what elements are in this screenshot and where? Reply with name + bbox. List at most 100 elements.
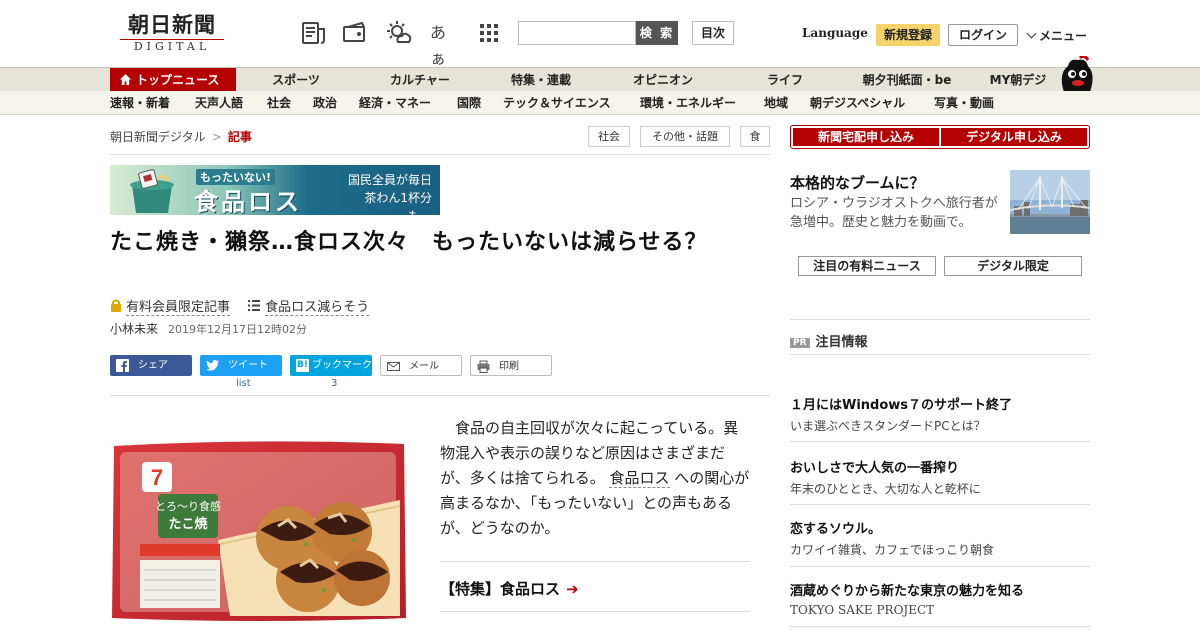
nav-sports[interactable]: スポーツ (248, 68, 344, 92)
breadcrumb-separator: > (211, 130, 222, 144)
nav-opinion[interactable]: オピニオン (616, 68, 710, 92)
print-button[interactable]: 印刷 (470, 355, 552, 376)
nav-sub-latest[interactable]: 速報・新着 (110, 91, 170, 115)
article-meta: 有料会員限定記事 食品ロス減らそう (110, 296, 370, 316)
pr-item-description[interactable]: いま選ぶべきスタンダードPCとは？ (790, 417, 986, 434)
divider (110, 154, 770, 155)
tag-other-topics[interactable]: その他・話題 (640, 126, 730, 147)
nav-top-news[interactable]: トップニュース (110, 68, 236, 92)
newspaper-icon[interactable] (300, 20, 326, 46)
hatena-icon: B! (296, 359, 309, 372)
hatena-count[interactable]: 3 (331, 378, 337, 389)
nav-paper[interactable]: 朝夕刊紙面・be (852, 68, 962, 92)
pr-section-header: PR 注目情報 (790, 331, 868, 350)
apps-grid-icon[interactable] (476, 20, 502, 46)
pr-item-description[interactable]: 年末のひととき、大切な人と乾杯に (790, 480, 981, 497)
tag-society[interactable]: 社会 (588, 126, 630, 147)
nav-sub-region[interactable]: 地域 (764, 91, 788, 115)
facebook-share-button[interactable]: シェア (110, 355, 192, 376)
nav-sub-tensei[interactable]: 天声人語 (195, 91, 243, 115)
breadcrumb-current: 記事 (227, 130, 252, 144)
brand-logo: 7 (151, 465, 163, 490)
divider (440, 561, 750, 562)
vladivostok-bridge-photo[interactable] (1010, 170, 1090, 234)
ticket-icon[interactable] (342, 20, 368, 46)
search-button[interactable]: 検 索 (636, 21, 678, 45)
pr-item-description[interactable]: カワイイ雑貨、カフェでほっこり朝食 (790, 541, 994, 558)
site-header: 朝日新聞 DIGITAL あぁ 検 索 目次 Language 新規登録 ログイ… (0, 0, 1200, 68)
food-loss-link[interactable]: 食品ロス (609, 469, 670, 488)
divider (790, 504, 1090, 505)
tag-food[interactable]: 食 (740, 126, 770, 147)
signup-button[interactable]: 新規登録 (876, 24, 940, 46)
product-name-line-1: とろ〜り食感 (155, 499, 221, 513)
main-navigation: トップニュース スポーツ カルチャー 特集・連載 オピニオン ライフ 朝夕刊紙面… (0, 56, 1200, 92)
series-link[interactable]: 食品ロス減らそう (265, 300, 370, 316)
divider (790, 354, 1090, 355)
nav-culture[interactable]: カルチャー (370, 68, 470, 92)
nav-my-asahi[interactable]: MY朝デジ (982, 68, 1054, 92)
publish-date: 2019年12月17日12時02分 (168, 323, 307, 336)
byline: 小林未来 2019年12月17日12時02分 (110, 320, 307, 337)
twitter-share-label: ツイート (228, 360, 268, 371)
text-size-icon[interactable]: あぁ (430, 20, 456, 68)
feature-link[interactable]: 【特集】食品ロス ➔ (440, 578, 579, 599)
nav-life[interactable]: ライフ (740, 68, 830, 92)
divider (110, 395, 770, 396)
sub-navigation: 速報・新着 天声人語 社会 政治 経済・マネー 国際 テック＆サイエンス 環境・… (0, 91, 1200, 115)
twitter-count[interactable]: list (236, 378, 251, 389)
nav-top-news-label: トップニュース (136, 73, 220, 87)
lock-icon (111, 299, 121, 312)
logo-english: DIGITAL (120, 39, 224, 53)
banner-line-2: 茶わん1杯分も… (364, 191, 432, 215)
nav-sub-special[interactable]: 朝デジスペシャル (810, 91, 905, 115)
site-logo[interactable]: 朝日新聞 DIGITAL (112, 12, 232, 56)
pr-item-title[interactable]: 酒蔵めぐりから新たな東京の魅力を知る (790, 580, 1024, 599)
nav-sub-tech[interactable]: テック＆サイエンス (503, 91, 611, 115)
nav-sub-international[interactable]: 国際 (457, 91, 481, 115)
pr-item-title[interactable]: おいしさで大人気の一番搾り (790, 457, 959, 476)
takoyaki-product-photo: 7 とろ〜り食感 たこ焼 (112, 441, 406, 621)
feature-link-label: 【特集】食品ロス (440, 580, 561, 598)
weather-icon[interactable] (386, 20, 412, 46)
breadcrumb: 朝日新聞デジタル > 記事 (110, 128, 252, 145)
food-loss-banner[interactable]: もったいない! 食品ロス 国民全員が毎日 茶わん1杯分も… (110, 165, 440, 215)
trash-can-icon (130, 169, 174, 213)
twitter-share-button[interactable]: ツイート (200, 355, 282, 376)
index-button[interactable]: 目次 (692, 21, 734, 45)
hatena-bookmark-button[interactable]: B! ブックマーク (290, 355, 372, 376)
divider (440, 611, 750, 612)
search-input[interactable] (518, 21, 636, 45)
divider (790, 319, 1090, 320)
pr-item-description[interactable]: TOKYO SAKE PROJECT (790, 603, 934, 617)
subscribe-paper-button[interactable]: 新聞宅配申し込み (793, 128, 939, 146)
breadcrumb-home[interactable]: 朝日新聞デジタル (110, 130, 206, 144)
pr-item-title[interactable]: １月にはWindows７のサポート終了 (790, 394, 1012, 413)
print-icon (477, 360, 490, 373)
tab-paid-news[interactable]: 注目の有料ニュース (798, 256, 936, 276)
nav-sub-photo[interactable]: 写真・動画 (934, 91, 994, 115)
menu-button[interactable]: メニュー (1026, 27, 1088, 44)
nav-sub-society[interactable]: 社会 (267, 91, 291, 115)
banner-subtext: 国民全員が毎日 茶わん1杯分も… (346, 171, 432, 215)
nav-sub-politics[interactable]: 政治 (313, 91, 337, 115)
menu-label: メニュー (1039, 29, 1088, 43)
mail-button[interactable]: メール (380, 355, 462, 376)
hatena-bookmark-label: ブックマーク (312, 360, 372, 371)
language-link[interactable]: Language (802, 26, 868, 40)
nav-features[interactable]: 特集・連載 (492, 68, 590, 92)
tab-digital-only[interactable]: デジタル限定 (944, 256, 1082, 276)
login-button[interactable]: ログイン (948, 24, 1018, 46)
sidebar-feature-title[interactable]: 本格的なブームに？ (790, 172, 925, 193)
subscribe-digital-button[interactable]: デジタル申し込み (941, 128, 1087, 146)
list-icon (248, 300, 261, 311)
mail-label: メール (409, 361, 439, 372)
members-only-link[interactable]: 有料会員限定記事 (126, 300, 231, 316)
mascot-icon[interactable] (1056, 56, 1094, 92)
nav-sub-environment[interactable]: 環境・エネルギー (640, 91, 736, 115)
sidebar-feature-description[interactable]: ロシア・ウラジオストクへ旅行者が急増中。歴史と魅力を動画で。 (790, 194, 1004, 232)
pr-item-title[interactable]: 恋するソウル。 (790, 518, 881, 537)
author: 小林未来 (110, 322, 159, 336)
print-label: 印刷 (499, 361, 519, 372)
nav-sub-economy[interactable]: 経済・マネー (359, 91, 431, 115)
